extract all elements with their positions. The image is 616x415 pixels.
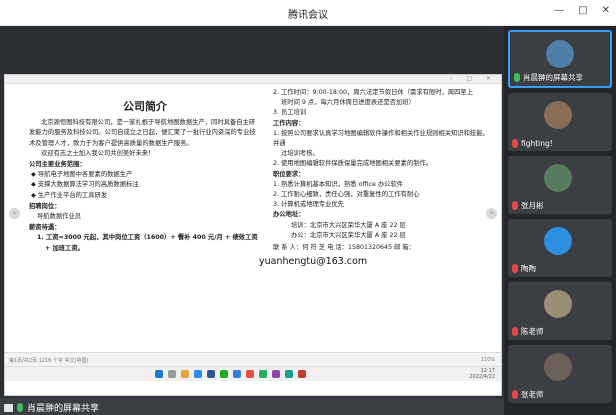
doc-line: 1. 按照公司要求认真学习地图编辑软件操作和相关作业规则相关知识和技能。并通 (273, 129, 489, 148)
document-page-right: 2. 工作时间：9:00-18:00，周六法定节假日休（需求有限时，周四至上 班… (259, 88, 495, 267)
doc-line: 2. 工作耐心细致，责任心强，对重复性的工作有耐心 (273, 191, 420, 199)
prev-page-icon[interactable]: ‹ (9, 208, 20, 219)
browser-icon[interactable] (194, 370, 202, 378)
job-title: 招聘岗位： (29, 202, 61, 210)
welcome-line: 欢迎有志之士加入我公司共创美好未来！ (41, 149, 155, 157)
avatar (544, 290, 572, 318)
wechat-icon[interactable] (220, 370, 228, 378)
document-page-left: 公司简介 北京源恒图科技有限公司，是一家扎根于导航地图数据生产，同时具备自主研发… (29, 100, 261, 254)
contact-line: 联 系 人：何 符 芝 电 话：15801320645 邮 箱： (273, 244, 415, 252)
window-title: 腾讯会议 (288, 10, 328, 21)
meeting-app: 腾讯会议 — □ ✕ – □ ✕ ‹ › 公司简介 北京源恒图科技有限公司，是一… (0, 0, 616, 415)
minimize-button[interactable]: — (554, 5, 564, 16)
address-title: 办公地址： (273, 211, 305, 219)
participant-tile[interactable]: 陶陶 (508, 219, 612, 277)
address-line: 办公：北京市大兴区荣华大厦 A 座 22 层 (291, 231, 406, 239)
meeting-icon[interactable] (233, 370, 241, 378)
app-icon[interactable] (246, 370, 254, 378)
doc-line: 过培训考核。 (281, 150, 319, 158)
doc-line: 1. 熟悉计算机基本知识，熟悉 office 办公软件 (273, 180, 404, 188)
avatar (544, 227, 572, 255)
avatar (544, 353, 572, 381)
participant-name: 肖晨翀的屏幕共享 (514, 72, 583, 83)
doc-line: 3. 计算机或地理专业优先 (273, 201, 344, 209)
mic-off-icon (512, 139, 518, 148)
doc-line: 班时间 9 点，每六月休周日进度表还是否加班） (281, 99, 415, 107)
participant-name: 陈老师 (512, 326, 544, 337)
taskbar-clock[interactable]: 12:17 2022/4/22 (469, 368, 495, 380)
participant-name: 张老师 (512, 389, 544, 400)
screen-share-name: 肖晨翀的屏幕共享 (27, 404, 100, 414)
participants-panel: 肖晨翀的屏幕共享 fighting! 张月彬 陶陶 陈老师 张老师 (504, 26, 616, 415)
participant-name: 张月彬 (512, 200, 544, 211)
business-item: ◆ 生产作业平台的工具研发 (31, 191, 108, 199)
title-bar: 腾讯会议 — □ ✕ (0, 0, 616, 26)
screen-share-icon (4, 403, 13, 412)
screen-share-area: – □ ✕ ‹ › 公司简介 北京源恒图科技有限公司，是一家扎根于导航地图数据生… (0, 26, 504, 415)
document-status-bar: 第1页/共2页 1216 个字 中文(中国) 110% (5, 352, 501, 366)
salary-line: + 加班工资。 (45, 244, 84, 252)
salary-line: 1. 工资=3000 元起，其中岗位工资（1600）+ 餐补 400 元/月 +… (37, 234, 258, 242)
search-icon[interactable] (168, 370, 176, 378)
job-name: 导航数据作业员 (37, 213, 82, 221)
screen-share-label-bar: 肖晨翀的屏幕共享 (0, 398, 504, 415)
screen-share-label: 肖晨翀的屏幕共享 (4, 401, 99, 414)
zoom-level[interactable]: 110% (481, 357, 495, 363)
word-icon[interactable] (207, 370, 215, 378)
app-icon[interactable] (285, 370, 293, 378)
app-icon[interactable] (259, 370, 267, 378)
participant-tile[interactable]: 张月彬 (508, 156, 612, 214)
content-title: 工作内容： (273, 119, 305, 127)
doc-line: 2. 使用地图编辑软件保质保量完成地图相关要素的制作。 (273, 160, 433, 168)
app-icon[interactable] (298, 370, 306, 378)
salary-title: 薪资待遇： (29, 224, 61, 232)
participant-name: fighting! (512, 139, 553, 148)
app-icon[interactable] (272, 370, 280, 378)
document-body: ‹ › 公司简介 北京源恒图科技有限公司，是一家扎根于导航地图数据生产，同时具备… (5, 84, 501, 352)
avatar (544, 101, 572, 129)
avatar (544, 164, 572, 192)
participant-name: 陶陶 (512, 263, 536, 274)
mic-on-icon (17, 403, 23, 412)
intro-paragraph: 北京源恒图科技有限公司，是一家扎根于导航地图数据生产，同时具备自主研发能力的服务… (29, 119, 256, 147)
doc-line: 3. 员工培训 (273, 109, 307, 117)
avatar (546, 40, 574, 68)
folder-icon[interactable] (181, 370, 189, 378)
status-text: 第1页/共2页 1216 个字 中文(中国) (9, 358, 89, 364)
os-taskbar: 12:17 2022/4/22 (5, 366, 501, 381)
mic-off-icon (512, 201, 518, 210)
requirements-title: 职位要求： (273, 170, 305, 178)
window-controls: — □ ✕ (554, 5, 610, 16)
business-item: ◆ 导航电子地图中各要素的数据生产 (31, 171, 133, 179)
business-title: 公司主要业务范围： (29, 161, 86, 169)
maximize-button[interactable]: □ (578, 5, 587, 16)
participant-tile[interactable]: 陈老师 (508, 282, 612, 340)
mic-off-icon (512, 390, 518, 399)
mic-off-icon (512, 327, 518, 336)
mic-off-icon (512, 264, 518, 273)
start-icon[interactable] (155, 370, 163, 378)
doc-line: 2. 工作时间：9:00-18:00，周六法定节假日休（需求有限时，周四至上 (273, 89, 473, 96)
window-controls-icon: – □ ✕ (449, 75, 497, 82)
participant-tile[interactable]: 张老师 (508, 345, 612, 403)
participant-tile[interactable]: fighting! (508, 93, 612, 151)
document-toolbar: – □ ✕ (5, 75, 501, 84)
shared-document-window: – □ ✕ ‹ › 公司简介 北京源恒图科技有限公司，是一家扎根于导航地图数据生… (4, 74, 502, 396)
mic-on-icon (514, 73, 520, 82)
participant-tile[interactable]: 肖晨翀的屏幕共享 (508, 30, 612, 88)
document-heading: 公司简介 (123, 100, 167, 113)
business-item: ◆ 支撑大数据算法学习的高质数据标注 (31, 181, 139, 189)
clock-date: 2022/4/22 (469, 373, 495, 380)
contact-email: yuanhengtu@163.com (259, 256, 368, 268)
address-line: 培训：北京市大兴区荣华大厦 A 座 22 层 (291, 221, 406, 229)
close-button[interactable]: ✕ (602, 5, 610, 16)
taskbar-icons (155, 370, 306, 378)
